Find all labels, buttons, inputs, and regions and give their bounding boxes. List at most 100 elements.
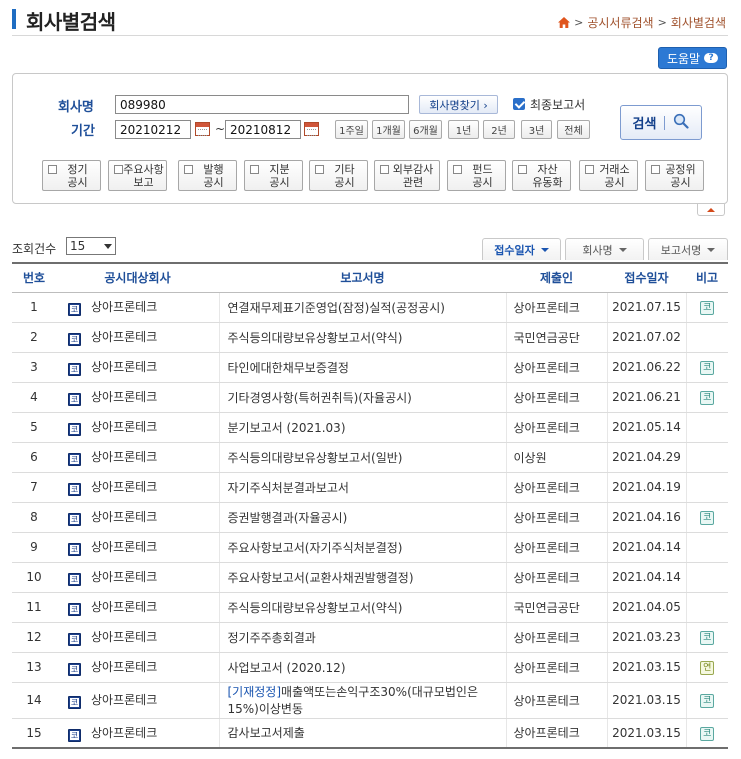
report-type-major[interactable]: 주요사항 보고: [108, 160, 167, 191]
submitter: 상아프론테크: [505, 382, 607, 413]
period-button-3years[interactable]: 3년: [521, 120, 552, 139]
report-link[interactable]: 주요사항보고서(교환사채권발행결정): [218, 562, 506, 593]
count-select[interactable]: 15: [66, 237, 116, 255]
report-link[interactable]: 정기주주총회결과: [218, 622, 506, 653]
checkbox[interactable]: [184, 165, 193, 174]
kosdaq-icon[interactable]: 코: [700, 391, 715, 405]
receipt-date: 2021.04.14: [606, 532, 686, 563]
kosdaq-market-icon: 코: [68, 333, 81, 346]
checkbox[interactable]: [453, 165, 462, 174]
consolidated-icon[interactable]: 연: [700, 661, 715, 675]
checkbox[interactable]: [651, 165, 660, 174]
company-link[interactable]: 상아프론테크: [91, 510, 157, 524]
company-link[interactable]: 상아프론테크: [91, 600, 157, 614]
report-link[interactable]: [기재정정]매출액또는손익구조30%(대규모법인은15%)이상변동: [218, 682, 506, 719]
company-link[interactable]: 상아프론테크: [91, 420, 157, 434]
report-type-equity[interactable]: 지분 공시: [244, 160, 303, 191]
help-button[interactable]: 도움말 ?: [658, 47, 727, 69]
breadcrumb-item-disclosure-search[interactable]: 공시서류검색: [587, 14, 653, 31]
kosdaq-icon[interactable]: 코: [700, 361, 715, 375]
report-link[interactable]: 분기보고서 (2021.03): [218, 412, 506, 443]
breadcrumb: > 공시서류검색 > 회사별검색: [558, 14, 726, 31]
period-button-1year[interactable]: 1년: [448, 120, 479, 139]
company-link[interactable]: 상아프론테크: [91, 726, 157, 740]
kosdaq-icon[interactable]: 코: [700, 511, 715, 525]
report-link[interactable]: 주요사항보고서(자기주식처분결정): [218, 532, 506, 563]
report-link[interactable]: 주식등의대량보유상황보고서(일반): [218, 442, 506, 473]
calendar-icon[interactable]: [304, 122, 319, 136]
report-link[interactable]: 주식등의대량보유상황보고서(약식): [218, 592, 506, 623]
company-link[interactable]: 상아프론테크: [91, 540, 157, 554]
final-report-checkbox[interactable]: [513, 98, 525, 110]
date-to-input[interactable]: [225, 120, 301, 139]
report-type-securitization[interactable]: 자산 유동화: [512, 160, 571, 191]
company-link[interactable]: 상아프론테크: [91, 630, 157, 644]
checkbox[interactable]: [315, 165, 324, 174]
chevron-down-icon: [707, 247, 716, 252]
report-type-exchange[interactable]: 거래소 공시: [579, 160, 638, 191]
kosdaq-icon[interactable]: 코: [700, 694, 715, 708]
submitter: 상아프론테크: [505, 472, 607, 503]
find-company-button[interactable]: 회사명찾기 ›: [419, 95, 498, 114]
company-input[interactable]: [115, 95, 409, 114]
period-button-all[interactable]: 전체: [557, 120, 590, 139]
company-link[interactable]: 상아프론테크: [91, 300, 157, 314]
submitter: 이상원: [505, 442, 607, 473]
checkbox[interactable]: [380, 165, 389, 174]
kosdaq-market-icon: 코: [68, 663, 81, 676]
sort-by-company-button[interactable]: 회사명: [565, 238, 644, 260]
home-icon[interactable]: [558, 17, 571, 28]
sort-by-report-button[interactable]: 보고서명: [648, 238, 728, 260]
report-link[interactable]: 연결재무제표기준영업(잠정)실적(공정공시): [218, 292, 506, 323]
row-number: 4: [12, 382, 56, 413]
report-type-ftc[interactable]: 공정위 공시: [645, 160, 704, 191]
breadcrumb-item-company-search[interactable]: 회사별검색: [671, 14, 726, 31]
report-link[interactable]: 주식등의대량보유상황보고서(약식): [218, 322, 506, 353]
kosdaq-icon[interactable]: 코: [700, 726, 715, 741]
checkbox[interactable]: [48, 165, 57, 174]
company-link[interactable]: 상아프론테크: [91, 390, 157, 404]
search-button[interactable]: 검색: [620, 105, 702, 140]
receipt-date: 2021.07.02: [606, 322, 686, 353]
sort-by-date-button[interactable]: 접수일자: [482, 238, 561, 260]
checkbox[interactable]: [585, 165, 594, 174]
collapse-panel-button[interactable]: [697, 204, 725, 216]
company-link[interactable]: 상아프론테크: [91, 360, 157, 374]
kosdaq-market-icon: 코: [68, 423, 81, 436]
report-link[interactable]: 자기주식처분결과보고서: [218, 472, 506, 503]
company-link[interactable]: 상아프론테크: [91, 693, 157, 707]
sort-label: 회사명: [582, 243, 613, 257]
company-link[interactable]: 상아프론테크: [91, 570, 157, 584]
report-type-audit[interactable]: 외부감사 관련: [374, 160, 440, 191]
market-icon-label: 코: [70, 605, 79, 614]
kosdaq-icon[interactable]: 코: [700, 631, 715, 645]
period-button-1month[interactable]: 1개월: [372, 120, 405, 139]
period-button-2years[interactable]: 2년: [483, 120, 515, 139]
report-type-label: 자산: [537, 163, 558, 176]
checkbox[interactable]: [250, 165, 259, 174]
company-link[interactable]: 상아프론테크: [91, 450, 157, 464]
report-type-regular[interactable]: 정기 공시: [42, 160, 101, 191]
kosdaq-icon[interactable]: 코: [700, 301, 715, 315]
report-type-fund[interactable]: 펀드 공시: [447, 160, 506, 191]
checkbox[interactable]: [518, 165, 527, 174]
report-type-other[interactable]: 기타 공시: [309, 160, 368, 191]
company-link[interactable]: 상아프론테크: [91, 660, 157, 674]
report-type-label: 공시: [670, 176, 691, 189]
report-link[interactable]: 증권발행결과(자율공시): [218, 502, 506, 533]
date-from-input[interactable]: [115, 120, 191, 139]
row-number: 15: [12, 718, 56, 749]
period-button-1week[interactable]: 1주일: [335, 120, 368, 139]
company-link[interactable]: 상아프론테크: [91, 480, 157, 494]
checkbox[interactable]: [114, 165, 123, 174]
report-type-issuance[interactable]: 발행 공시: [178, 160, 237, 191]
title-accent-bar: [12, 9, 16, 29]
report-link[interactable]: 감사보고서제출: [218, 718, 506, 749]
report-link[interactable]: 기타경영사항(특허권취득)(자율공시): [218, 382, 506, 413]
table-row: 8 코 상아프론테크 증권발행결과(자율공시) 상아프론테크 2021.04.16 코: [12, 502, 728, 533]
period-button-6months[interactable]: 6개월: [409, 120, 442, 139]
report-link[interactable]: 사업보고서 (2020.12): [218, 652, 506, 683]
calendar-icon[interactable]: [195, 122, 210, 136]
company-link[interactable]: 상아프론테크: [91, 330, 157, 344]
report-link[interactable]: 타인에대한채무보증결정: [218, 352, 506, 383]
